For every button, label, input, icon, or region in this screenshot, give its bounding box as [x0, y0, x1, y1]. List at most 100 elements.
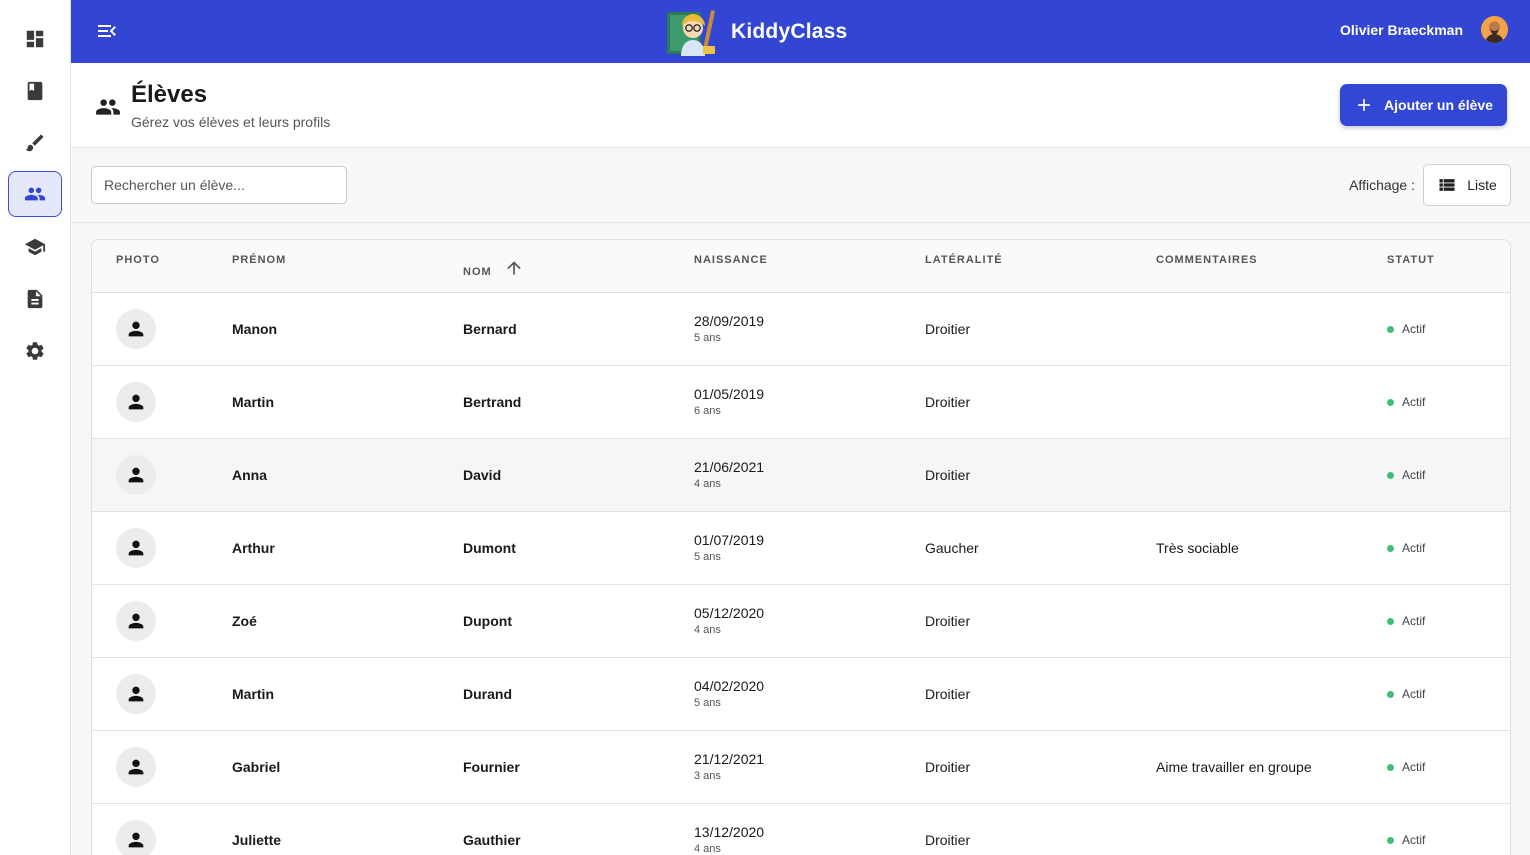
rail-book[interactable]: [8, 68, 62, 114]
student-age: 4 ans: [694, 624, 721, 636]
person-icon: [128, 832, 144, 848]
student-last-name: Dumont: [463, 540, 516, 556]
top-bar: KiddyClass Olivier Braeckman: [71, 0, 1530, 63]
book-icon: [27, 81, 43, 101]
birth-date: 01/05/2019: [694, 386, 765, 402]
student-birth: 13/12/2020 4 ans: [694, 824, 764, 855]
view-mode-button[interactable]: Liste: [1423, 164, 1511, 206]
student-photo: [116, 528, 156, 568]
add-student-label: Ajouter un élève: [1384, 97, 1493, 113]
status-dot: [1387, 836, 1394, 844]
birth-date: 21/06/2021: [694, 459, 765, 475]
view-label: Affichage :: [1349, 177, 1415, 193]
status-badge: Actif: [1387, 760, 1425, 774]
student-last-name: Bernard: [463, 321, 517, 337]
student-handedness: Droitier: [925, 394, 971, 410]
column-last-name-label: Nom: [463, 266, 492, 278]
sort-ascending-icon: [507, 261, 521, 275]
status-badge: Actif: [1387, 833, 1425, 847]
table-row[interactable]: Manon Bernard 28/09/2019 5 ans Droitier Actif: [92, 293, 1510, 366]
brush-icon: [25, 134, 44, 152]
status-dot: [1387, 325, 1394, 333]
brand-name: KiddyClass: [731, 20, 848, 43]
status-dot: [1387, 544, 1394, 552]
rail-dashboard[interactable]: [8, 16, 62, 62]
student-age: 5 ans: [694, 551, 721, 563]
status-badge: Actif: [1387, 322, 1425, 336]
status-label: Actif: [1402, 760, 1426, 774]
birth-date: 13/12/2020: [694, 824, 765, 840]
student-age: 3 ans: [694, 770, 721, 782]
birth-date: 28/09/2019: [694, 313, 765, 329]
student-age: 6 ans: [694, 405, 721, 417]
column-comments[interactable]: Commentaires: [1156, 254, 1258, 266]
column-birth[interactable]: Naissance: [694, 254, 768, 266]
column-handedness[interactable]: Latéralité: [925, 254, 1003, 266]
student-first-name: Martin: [232, 394, 274, 410]
table-row[interactable]: Martin Bertrand 01/05/2019 6 ans Droitier Act…: [92, 366, 1510, 439]
student-age: 4 ans: [694, 478, 721, 490]
user-avatar-icon: [1481, 16, 1508, 43]
student-photo: [116, 601, 156, 641]
status-badge: Actif: [1387, 468, 1425, 482]
status-label: Actif: [1402, 614, 1426, 628]
menu-collapse-icon: [98, 25, 116, 37]
person-icon: [128, 467, 144, 483]
student-first-name: Manon: [232, 321, 278, 337]
add-student-button[interactable]: Ajouter un élève: [1340, 84, 1507, 126]
student-first-name: Anna: [232, 467, 267, 483]
search-input[interactable]: [91, 166, 347, 204]
table-row[interactable]: Juliette Gauthier 13/12/2020 4 ans Droitier A…: [92, 804, 1510, 855]
table-row[interactable]: Martin Durand 04/02/2020 5 ans Droitier Actif: [92, 658, 1510, 731]
person-icon: [128, 394, 144, 410]
table-row[interactable]: Gabriel Fournier 21/12/2021 3 ans Droitier Ai…: [92, 731, 1510, 804]
table-row[interactable]: Anna David 21/06/2021 4 ans Droitier Actif: [92, 439, 1510, 512]
table-row[interactable]: Arthur Dumont 01/07/2019 5 ans Gaucher Très s…: [92, 512, 1510, 585]
student-last-name: Gauthier: [463, 832, 521, 848]
menu-toggle-button[interactable]: [95, 19, 119, 43]
student-first-name: Arthur: [232, 540, 275, 556]
rail-school[interactable]: [8, 224, 62, 270]
student-birth: 05/12/2020 4 ans: [694, 605, 764, 636]
birth-date: 01/07/2019: [694, 532, 765, 548]
student-handedness: Droitier: [925, 759, 971, 775]
student-last-name: David: [463, 467, 502, 483]
rail-brush[interactable]: [8, 120, 62, 166]
column-status[interactable]: Statut: [1387, 254, 1435, 266]
school-icon: [24, 238, 46, 256]
birth-date: 21/12/2021: [694, 751, 765, 767]
person-icon: [128, 686, 144, 702]
rail-documents[interactable]: [8, 276, 62, 322]
side-rail: [0, 0, 71, 855]
student-last-name: Bertrand: [463, 394, 522, 410]
column-first-name[interactable]: Prénom: [232, 254, 286, 266]
brand[interactable]: KiddyClass: [663, 6, 847, 58]
status-dot: [1387, 763, 1394, 771]
student-last-name: Durand: [463, 686, 512, 702]
rail-students[interactable]: [8, 171, 62, 217]
birth-date: 04/02/2020: [694, 678, 765, 694]
student-birth: 21/06/2021 4 ans: [694, 459, 764, 490]
student-comment: Très sociable: [1156, 540, 1239, 556]
status-label: Actif: [1402, 395, 1426, 409]
student-birth: 28/09/2019 5 ans: [694, 313, 764, 344]
column-last-name[interactable]: Nom: [463, 256, 524, 278]
teacher-logo-icon: [667, 10, 715, 56]
page-subtitle: Gérez vos élèves et leurs profils: [131, 114, 331, 130]
page-title: Élèves: [131, 81, 208, 108]
document-icon: [27, 289, 43, 309]
student-birth: 04/02/2020 5 ans: [694, 678, 764, 709]
status-label: Actif: [1402, 468, 1426, 482]
students-table: Photo Prénom Nom Naissance Latéralité Co…: [91, 239, 1511, 855]
student-comment: Aime travailler en groupe: [1156, 759, 1312, 775]
students-icon: [24, 187, 46, 201]
table-row[interactable]: Zoé Dupont 05/12/2020 4 ans Droitier Actif: [92, 585, 1510, 658]
student-handedness: Droitier: [925, 321, 971, 337]
plus-icon: [1358, 99, 1370, 111]
student-birth: 21/12/2021 3 ans: [694, 751, 764, 782]
students-icon: [96, 99, 120, 115]
user-menu[interactable]: Olivier Braeckman: [1340, 16, 1508, 43]
rail-settings[interactable]: [8, 328, 62, 374]
student-last-name: Dupont: [463, 613, 512, 629]
person-icon: [128, 759, 144, 775]
